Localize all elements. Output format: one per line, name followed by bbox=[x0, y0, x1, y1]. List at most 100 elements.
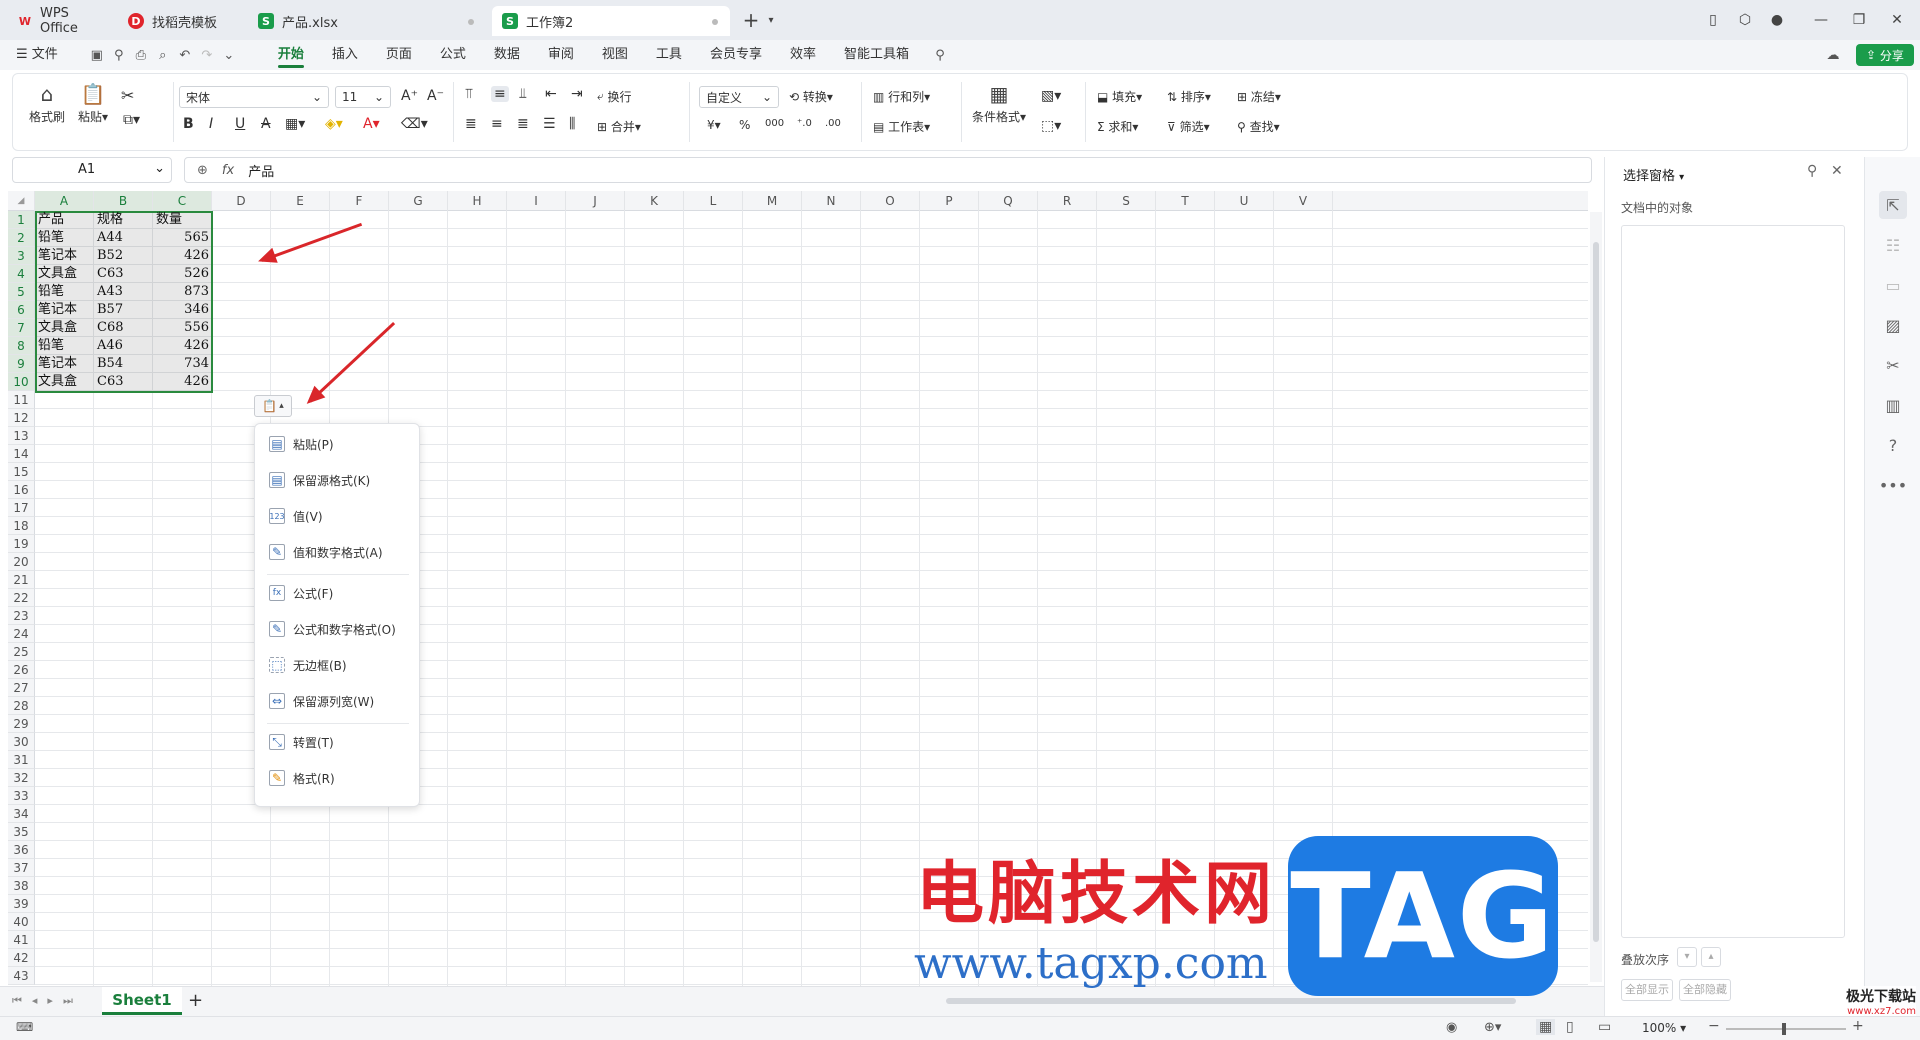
tab-docer[interactable]: D 找稻壳模板 bbox=[118, 6, 242, 36]
row-header-21[interactable]: 21 bbox=[8, 571, 35, 589]
bold-icon[interactable]: B bbox=[183, 116, 194, 132]
decimal-increase-icon[interactable]: ⁺.0 bbox=[797, 118, 812, 129]
row-header-39[interactable]: 39 bbox=[8, 895, 35, 913]
close-icon[interactable]: ✕ bbox=[1831, 163, 1843, 179]
table-cell[interactable]: 数量 bbox=[153, 211, 212, 229]
font-grow-icon[interactable]: A⁺ bbox=[401, 88, 418, 104]
table-cell[interactable]: 426 bbox=[153, 247, 212, 265]
column-header-f[interactable]: F bbox=[330, 191, 389, 211]
distribute-icon[interactable]: ⫼ bbox=[569, 116, 575, 132]
align-right-icon[interactable]: ≣ bbox=[517, 116, 529, 132]
format-painter-button[interactable]: ⌂ 格式刷 bbox=[27, 80, 67, 125]
table-cell[interactable]: 346 bbox=[153, 301, 212, 319]
currency-icon[interactable]: ¥▾ bbox=[707, 118, 721, 132]
row-header-17[interactable]: 17 bbox=[8, 499, 35, 517]
zoom-level[interactable]: 100% ▾ bbox=[1642, 1021, 1686, 1035]
menu-formula[interactable]: 公式 bbox=[426, 40, 480, 70]
column-header-r[interactable]: R bbox=[1038, 191, 1097, 211]
menu-formatting[interactable]: ✎ 格式(R) bbox=[255, 764, 421, 792]
focus-icon[interactable]: ⊕▾ bbox=[1484, 1020, 1501, 1035]
avatar[interactable]: ● bbox=[1764, 8, 1790, 32]
paste-options-button[interactable]: 📋 ▴ bbox=[254, 395, 292, 417]
menu-insert[interactable]: 插入 bbox=[318, 40, 372, 70]
help-icon[interactable]: ? bbox=[1879, 431, 1907, 459]
menu-keep-source-format[interactable]: ▤ 保留源格式(K) bbox=[255, 466, 421, 494]
table-cell[interactable]: 笔记本 bbox=[35, 301, 94, 319]
sheet-nav-arrows-icon[interactable]: ⏮◂▸⏭ bbox=[12, 994, 83, 1008]
layout-icon[interactable]: ▯ bbox=[1700, 8, 1726, 32]
row-header-26[interactable]: 26 bbox=[8, 661, 35, 679]
row-header-14[interactable]: 14 bbox=[8, 445, 35, 463]
copy-icon[interactable]: ⧉▾ bbox=[123, 112, 140, 128]
row-header-7[interactable]: 7 bbox=[8, 319, 35, 337]
page-layout-icon[interactable]: ▯ bbox=[1566, 1019, 1574, 1035]
row-header-24[interactable]: 24 bbox=[8, 625, 35, 643]
column-header-h[interactable]: H bbox=[448, 191, 507, 211]
fill-color-icon[interactable]: ◈▾ bbox=[325, 116, 343, 132]
filter-button[interactable]: ⊽ 筛选 ▾ bbox=[1167, 118, 1210, 135]
align-top-icon[interactable]: ⫪ bbox=[465, 86, 473, 102]
close-icon[interactable]: ✕ bbox=[1884, 8, 1910, 32]
underline-icon[interactable]: U bbox=[235, 116, 245, 132]
table-cell[interactable]: 规格 bbox=[94, 211, 153, 229]
table-cell[interactable]: 426 bbox=[153, 373, 212, 391]
more-icon[interactable]: ••• bbox=[1879, 471, 1907, 499]
column-header-l[interactable]: L bbox=[684, 191, 743, 211]
row-header-25[interactable]: 25 bbox=[8, 643, 35, 661]
clear-format-icon[interactable]: ⌫▾ bbox=[401, 116, 428, 132]
column-header-b[interactable]: B bbox=[94, 191, 153, 211]
share-button[interactable]: ⇪ 分享 bbox=[1856, 44, 1914, 66]
print-icon[interactable]: ⎙ bbox=[130, 44, 152, 66]
zoom-slider-thumb[interactable] bbox=[1782, 1023, 1786, 1035]
table-cell[interactable]: 556 bbox=[153, 319, 212, 337]
table-cell[interactable]: 873 bbox=[153, 283, 212, 301]
name-box[interactable]: A1 ⌄ bbox=[12, 157, 172, 183]
menu-values[interactable]: 123 值(V) bbox=[255, 502, 421, 530]
align-center-icon[interactable]: ≡ bbox=[491, 116, 503, 132]
row-header-38[interactable]: 38 bbox=[8, 877, 35, 895]
unsaved-dot-icon[interactable] bbox=[712, 19, 718, 25]
table-cell[interactable]: A44 bbox=[94, 229, 153, 247]
border-icon[interactable]: ▦▾ bbox=[285, 116, 305, 132]
row-col-button[interactable]: ▥ 行和列 ▾ bbox=[873, 88, 930, 105]
table-cell[interactable]: 526 bbox=[153, 265, 212, 283]
menu-smart-toolbox[interactable]: 智能工具箱 bbox=[830, 40, 923, 70]
menu-page[interactable]: 页面 bbox=[372, 40, 426, 70]
align-bottom-icon[interactable]: ⫫ bbox=[519, 86, 527, 102]
normal-view-icon[interactable]: ▦ bbox=[1536, 1019, 1556, 1035]
row-header-35[interactable]: 35 bbox=[8, 823, 35, 841]
column-header-q[interactable]: Q bbox=[979, 191, 1038, 211]
print-preview-icon[interactable]: ⌕ bbox=[152, 44, 174, 66]
row-header-28[interactable]: 28 bbox=[8, 697, 35, 715]
row-header-27[interactable]: 27 bbox=[8, 679, 35, 697]
table-cell[interactable]: 产品 bbox=[35, 211, 94, 229]
table-cell[interactable]: 笔记本 bbox=[35, 355, 94, 373]
menu-formulas-number-format[interactable]: ✎ 公式和数字格式(O) bbox=[255, 615, 421, 643]
table-cell[interactable]: 铅笔 bbox=[35, 229, 94, 247]
column-header-g[interactable]: G bbox=[389, 191, 448, 211]
column-header-p[interactable]: P bbox=[920, 191, 979, 211]
row-header-42[interactable]: 42 bbox=[8, 949, 35, 967]
menu-view[interactable]: 视图 bbox=[588, 40, 642, 70]
menu-transpose[interactable]: ⤡ 转置(T) bbox=[255, 728, 421, 756]
row-header-8[interactable]: 8 bbox=[8, 337, 35, 355]
row-header-20[interactable]: 20 bbox=[8, 553, 35, 571]
redo-icon[interactable]: ↷ bbox=[196, 44, 218, 66]
sheet-tab-sheet1[interactable]: Sheet1 bbox=[102, 987, 182, 1015]
row-header-36[interactable]: 36 bbox=[8, 841, 35, 859]
properties-icon[interactable]: ☷ bbox=[1879, 231, 1907, 259]
menu-no-borders[interactable]: ⬚ 无边框(B) bbox=[255, 651, 421, 679]
row-header-29[interactable]: 29 bbox=[8, 715, 35, 733]
font-color-icon[interactable]: A▾ bbox=[363, 116, 380, 132]
zoom-out-icon[interactable]: − bbox=[1708, 1018, 1720, 1034]
decimal-decrease-icon[interactable]: .00 bbox=[825, 118, 841, 129]
zoom-icon[interactable]: ⊕ bbox=[197, 163, 208, 178]
row-header-3[interactable]: 3 bbox=[8, 247, 35, 265]
row-header-13[interactable]: 13 bbox=[8, 427, 35, 445]
pane-title[interactable]: 选择窗格 ▾ bbox=[1623, 165, 1684, 184]
column-header-s[interactable]: S bbox=[1097, 191, 1156, 211]
column-header-a[interactable]: A bbox=[35, 191, 94, 211]
chart-icon[interactable]: ▨ bbox=[1879, 311, 1907, 339]
row-header-12[interactable]: 12 bbox=[8, 409, 35, 427]
find-button[interactable]: ⚲ 查找 ▾ bbox=[1237, 118, 1280, 135]
